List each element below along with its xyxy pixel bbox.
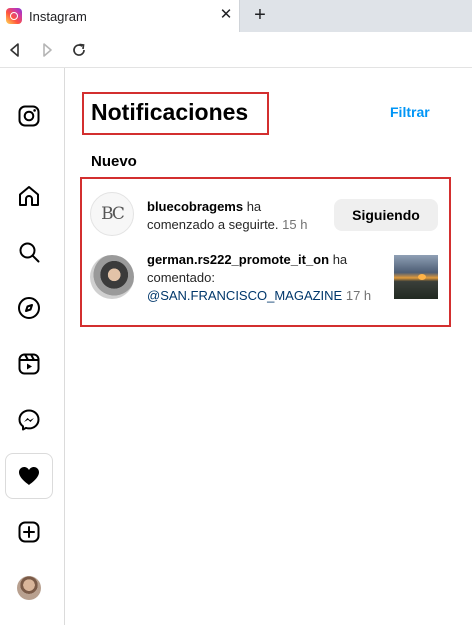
explore-icon[interactable] bbox=[17, 296, 41, 320]
post-thumbnail[interactable] bbox=[394, 255, 438, 299]
notifications-panel bbox=[66, 68, 472, 625]
reels-icon[interactable] bbox=[17, 352, 41, 376]
notification-item[interactable]: BC bluecobragems ha comenzado a seguirte… bbox=[90, 192, 440, 238]
tab-title: Instagram bbox=[29, 9, 87, 24]
avatar[interactable]: BC bbox=[90, 192, 134, 236]
profile-avatar[interactable] bbox=[17, 576, 41, 600]
notification-mention[interactable]: @SAN.FRANCISCO_MAGAZINE bbox=[147, 288, 342, 303]
notification-text: german.rs222_promote_it_on ha comentado:… bbox=[147, 251, 387, 305]
notification-time: 15 h bbox=[278, 217, 308, 232]
notification-username[interactable]: german.rs222_promote_it_on bbox=[147, 252, 329, 267]
reload-icon[interactable] bbox=[69, 40, 89, 60]
messenger-icon[interactable] bbox=[17, 408, 41, 432]
section-heading-new: Nuevo bbox=[91, 153, 137, 170]
filter-link[interactable]: Filtrar bbox=[390, 104, 430, 120]
instagram-sidebar bbox=[0, 68, 65, 625]
create-icon[interactable] bbox=[17, 520, 41, 544]
search-icon[interactable] bbox=[17, 240, 41, 264]
notification-item[interactable]: german.rs222_promote_it_on ha comentado:… bbox=[90, 251, 440, 311]
page-title: Notificaciones bbox=[91, 99, 249, 125]
new-tab-button[interactable]: + bbox=[249, 4, 271, 26]
avatar-logo-text: BC bbox=[101, 204, 125, 224]
back-icon[interactable] bbox=[5, 40, 25, 60]
browser-tab-bar: Instagram ✕ + bbox=[0, 0, 472, 32]
home-icon[interactable] bbox=[17, 184, 41, 208]
following-button[interactable]: Siguiendo bbox=[334, 199, 438, 231]
heart-icon[interactable] bbox=[17, 464, 41, 488]
notification-username[interactable]: bluecobragems bbox=[147, 199, 243, 214]
browser-tab[interactable]: Instagram ✕ bbox=[0, 0, 240, 32]
notification-text: bluecobragems ha comenzado a seguirte. 1… bbox=[147, 198, 327, 234]
forward-icon[interactable] bbox=[37, 40, 57, 60]
avatar[interactable] bbox=[90, 255, 134, 299]
browser-nav-bar bbox=[0, 32, 472, 68]
instagram-favicon-icon bbox=[6, 8, 22, 24]
notification-time: 17 h bbox=[342, 288, 372, 303]
instagram-logo-icon[interactable] bbox=[17, 104, 41, 128]
tab-close-icon[interactable]: ✕ bbox=[217, 6, 235, 24]
